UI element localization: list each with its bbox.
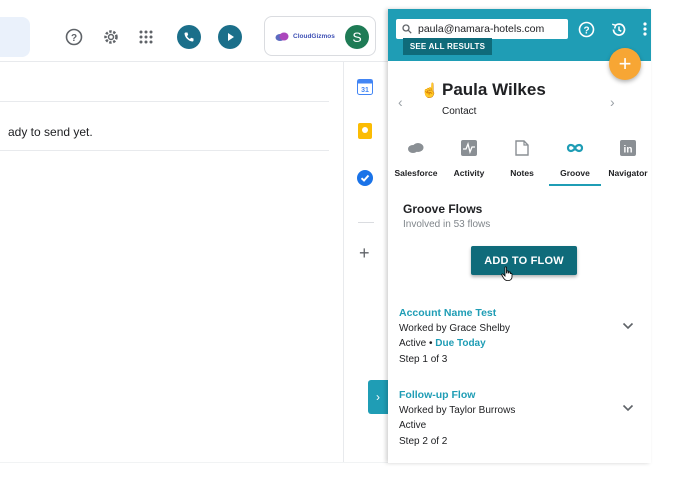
settings-gear-icon[interactable] <box>99 25 123 49</box>
header-divider <box>0 61 388 62</box>
contact-search-input[interactable]: paula@namara-hotels.com <box>396 19 568 39</box>
help-icon[interactable]: ? <box>576 19 596 39</box>
activity-icon <box>461 137 477 159</box>
tab-label: Navigator <box>608 168 648 178</box>
search-icon <box>402 24 412 34</box>
add-fab-button[interactable]: + <box>609 48 641 80</box>
flow-worked-by: Worked by Taylor Burrows <box>399 405 516 416</box>
flow-step: Step 2 of 2 <box>399 436 448 447</box>
svg-text:?: ? <box>583 25 589 36</box>
tab-label: Notes <box>510 168 534 178</box>
svg-text:in: in <box>624 145 633 156</box>
bottom-divider <box>0 462 388 463</box>
flow-status-line: Active • Due Today <box>399 338 486 349</box>
tab-label: Salesforce <box>394 168 438 178</box>
flow-name-link[interactable]: Account Name Test <box>399 307 496 319</box>
expand-chevron-down-icon[interactable] <box>622 319 634 333</box>
contact-type: Contact <box>442 106 477 117</box>
help-icon[interactable]: ? <box>62 25 86 49</box>
tasks-icon[interactable] <box>357 170 373 186</box>
flow-worked-by: Worked by Grace Shelby <box>399 323 510 334</box>
svg-text:31: 31 <box>361 87 369 94</box>
tab-navigator[interactable]: in Navigator <box>602 137 654 187</box>
section-title: Groove Flows <box>403 202 483 216</box>
flow-status: Active <box>399 420 427 431</box>
expand-chevron-down-icon[interactable] <box>622 401 634 415</box>
notes-icon <box>515 137 529 159</box>
gmail-search-bar[interactable] <box>0 17 30 57</box>
contact-name: Paula Wilkes <box>442 80 546 99</box>
history-icon[interactable] <box>608 19 628 39</box>
tab-label: Activity <box>453 168 485 178</box>
section-subtitle: Involved in 53 flows <box>403 219 491 230</box>
draft-snippet: ady to send yet. <box>8 125 93 139</box>
flow-status: Active <box>399 338 427 349</box>
cloud-logo-icon <box>275 32 289 41</box>
add-to-flow-button[interactable]: ADD TO FLOW <box>471 246 577 275</box>
linkedin-icon: in <box>620 137 636 159</box>
account-avatar[interactable]: S <box>345 25 369 49</box>
collapse-panel-chevron-icon[interactable]: › <box>368 380 388 414</box>
see-all-results-button[interactable]: SEE ALL RESULTS <box>403 38 492 55</box>
phone-call-icon[interactable] <box>177 25 201 49</box>
row-divider <box>0 150 329 151</box>
next-contact-chevron-icon[interactable]: › <box>610 94 615 110</box>
apps-grid-icon[interactable] <box>134 25 158 49</box>
hand-pointer-cursor-icon <box>501 266 513 284</box>
play-icon[interactable] <box>218 25 242 49</box>
salesforce-icon <box>407 137 425 159</box>
flow-step: Step 1 of 3 <box>399 354 448 365</box>
search-value: paula@namara-hotels.com <box>418 23 545 35</box>
row-divider <box>0 101 329 102</box>
side-divider <box>358 222 374 223</box>
add-addon-icon[interactable]: + <box>359 243 370 264</box>
svg-text:?: ? <box>71 33 77 44</box>
tab-salesforce[interactable]: Salesforce <box>390 137 442 187</box>
active-tab-indicator <box>549 184 601 186</box>
tab-activity[interactable]: Activity <box>443 137 495 187</box>
tab-notes[interactable]: Notes <box>496 137 548 187</box>
keep-icon[interactable] <box>357 123 373 139</box>
brand-name: CloudGizmos <box>293 32 335 40</box>
flow-due: Due Today <box>435 338 486 349</box>
groove-icon <box>566 137 584 159</box>
tab-label: Groove <box>560 168 590 178</box>
previous-contact-chevron-icon[interactable]: ‹ <box>398 94 403 110</box>
calendar-icon[interactable]: 31 <box>357 79 373 95</box>
more-options-icon[interactable] <box>640 19 650 39</box>
contact-hand-icon: ☝ <box>421 82 439 98</box>
tab-groove[interactable]: Groove <box>549 137 601 187</box>
flow-name-link[interactable]: Follow-up Flow <box>399 389 475 401</box>
